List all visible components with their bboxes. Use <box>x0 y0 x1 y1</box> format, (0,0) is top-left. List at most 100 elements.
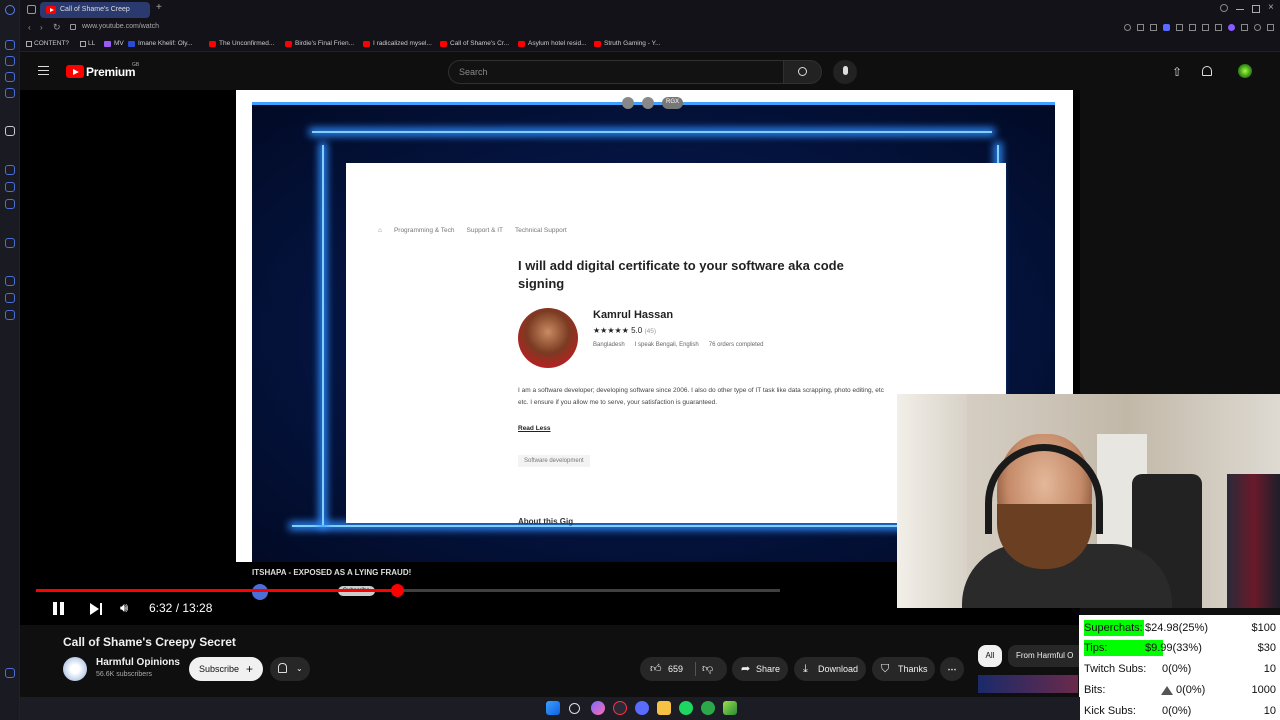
breadcrumb: ⌂ Programming & Tech Support & IT Techni… <box>378 227 567 234</box>
opera-logo-icon[interactable] <box>5 5 15 15</box>
bookmark-item[interactable]: I radicalized mysel... <box>363 40 432 47</box>
chip-from-channel[interactable]: From Harmful O <box>1008 645 1080 667</box>
sidebar-aria-icon[interactable] <box>5 126 15 136</box>
player-ext-icon[interactable] <box>1189 24 1196 31</box>
stream-goal-row: Tips: $9.99(33%) $30 <box>1084 639 1276 657</box>
sidebar-telegram-icon[interactable] <box>5 88 15 98</box>
volume-icon[interactable]: 🔊︎ <box>120 600 128 616</box>
spotify-icon[interactable] <box>679 701 693 715</box>
notification-settings-button[interactable]: ⌄ <box>270 657 310 681</box>
profile-icon[interactable] <box>1254 24 1261 31</box>
taskbar-search-icon[interactable] <box>569 703 580 714</box>
goal-target: $100 <box>1251 622 1276 634</box>
pause-button[interactable] <box>52 602 66 616</box>
bookmark-item[interactable]: Imane Khelif: Oly... <box>128 40 192 47</box>
windows-start-icon[interactable] <box>546 701 560 715</box>
workspace-icon[interactable] <box>27 5 36 14</box>
file-explorer-icon[interactable] <box>657 701 671 715</box>
hamburger-menu-icon[interactable] <box>38 66 49 75</box>
vpn-icon[interactable] <box>1163 24 1170 31</box>
export-icon[interactable] <box>642 97 654 109</box>
sidebar-messenger2-icon[interactable] <box>5 182 15 192</box>
browser-sidebar <box>0 0 20 720</box>
easy-files-icon[interactable] <box>1267 24 1274 31</box>
channel-avatar[interactable] <box>63 657 87 681</box>
windows-taskbar <box>20 697 1080 720</box>
sidebar-pinboard-icon[interactable] <box>5 293 15 303</box>
wallet-icon[interactable] <box>1202 24 1209 31</box>
stream-goal-row: Twitch Subs: 0(0%) 10 <box>1084 660 1276 678</box>
heart-ext-icon[interactable] <box>1228 24 1235 31</box>
app-icon[interactable] <box>723 701 737 715</box>
progress-bar[interactable] <box>36 584 780 597</box>
time-display: 6:32 / 13:28 <box>149 601 213 615</box>
sidebar-apps-icon[interactable] <box>5 40 15 50</box>
xbox-icon[interactable] <box>701 701 715 715</box>
chip-all[interactable]: All <box>978 645 1002 667</box>
bookmark-item[interactable]: LL <box>80 40 95 47</box>
like-count[interactable]: 659 <box>668 657 683 681</box>
camera-icon[interactable] <box>1137 24 1144 31</box>
upload-icon[interactable]: ⇧ <box>1172 65 1182 79</box>
search-tabs-icon[interactable] <box>1220 4 1228 12</box>
mic-icon <box>842 66 848 75</box>
sidebar-discord-icon[interactable] <box>5 165 15 175</box>
minimize-icon[interactable] <box>1236 9 1244 10</box>
recommended-video-thumbnail[interactable] <box>978 675 1078 693</box>
more-actions-button[interactable]: ⋯ <box>940 657 964 681</box>
puzzle-icon[interactable] <box>1241 24 1248 31</box>
sidebar-settings-icon[interactable] <box>5 310 15 320</box>
download-ext-icon[interactable] <box>1176 24 1183 31</box>
thanks-button[interactable]: ⛉ Thanks <box>872 657 935 681</box>
rgx-badge[interactable]: RGX <box>662 97 684 109</box>
bell-icon <box>278 663 287 673</box>
youtube-premium-logo[interactable]: Premium <box>86 65 136 79</box>
download-button[interactable]: ⤓ Download <box>794 657 866 681</box>
opera-taskbar-icon[interactable] <box>613 701 627 715</box>
about-gig-heading: About this Gig <box>518 517 574 526</box>
bookmark-item[interactable]: MV <box>104 40 124 47</box>
bookmark-item[interactable]: Asylum hotel resid... <box>518 40 587 47</box>
snapshot-icon[interactable] <box>1150 24 1157 31</box>
new-tab-button[interactable]: + <box>156 2 162 13</box>
forward-icon[interactable]: › <box>40 23 43 32</box>
voice-search-button[interactable] <box>833 60 857 84</box>
bookmark-item[interactable]: Struth Gaming - Y... <box>594 40 660 47</box>
sidebar-instagram-icon[interactable] <box>5 199 15 209</box>
share-button[interactable]: ➦ Share <box>732 657 788 681</box>
avatar[interactable] <box>1238 64 1252 78</box>
channel-name[interactable]: Harmful Opinions <box>96 657 180 668</box>
thumbs-up-icon[interactable]: 👍︎ <box>650 657 662 681</box>
bookmark-item[interactable]: The Unconfirmed... <box>209 40 274 47</box>
sidebar-history-icon[interactable] <box>5 276 15 286</box>
sidebar-player-icon[interactable] <box>5 238 15 248</box>
sidebar-more-icon[interactable] <box>5 668 15 678</box>
reload-icon[interactable]: ↻ <box>53 22 61 33</box>
thumbs-down-icon[interactable]: 👎︎ <box>702 657 713 681</box>
search-button[interactable] <box>784 60 822 84</box>
headphones <box>985 444 1103 534</box>
url-input[interactable]: www.youtube.com/watch <box>82 23 159 30</box>
maximize-icon[interactable] <box>1252 5 1260 13</box>
bookmark-item[interactable]: Birdie's Final Frien... <box>285 40 354 47</box>
notifications-bell-icon[interactable] <box>1202 66 1212 76</box>
zoom-icon[interactable] <box>1124 24 1131 31</box>
obs-icon[interactable] <box>635 701 649 715</box>
subscribe-button[interactable]: Subscribe + <box>189 657 263 681</box>
close-window-icon[interactable]: × <box>1268 2 1274 13</box>
back-icon[interactable]: ‹ <box>28 23 31 32</box>
copilot-icon[interactable] <box>591 701 605 715</box>
next-button[interactable] <box>90 602 104 616</box>
seller-meta: Bangladesh I speak Bengali, English 76 o… <box>593 342 764 348</box>
bookmark-item[interactable]: CONTENT? <box>26 40 69 47</box>
sidebar-whatsapp-icon[interactable] <box>5 72 15 82</box>
cast-icon[interactable] <box>1215 24 1222 31</box>
copy-icon[interactable] <box>622 97 634 109</box>
tab-active[interactable]: Call of Shame's Creep <box>40 2 150 18</box>
bookmark-item[interactable]: Call of Shame's Cr... <box>440 40 509 47</box>
search-input[interactable]: Search <box>448 60 784 84</box>
goal-label: Bits: <box>1084 684 1106 696</box>
youtube-logo-icon[interactable] <box>66 65 84 78</box>
sidebar-messenger-icon[interactable] <box>5 56 15 66</box>
progress-scrubber[interactable] <box>390 584 404 597</box>
